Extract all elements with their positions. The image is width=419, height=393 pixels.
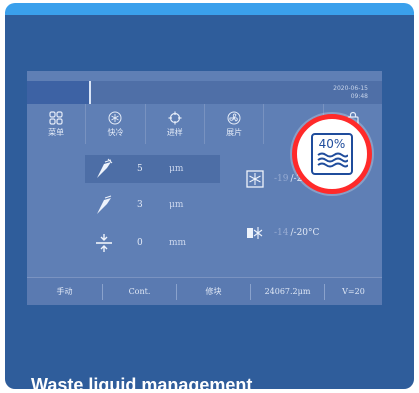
spread-button[interactable]: 展片	[205, 104, 265, 144]
trim-thickness-value: 5	[137, 164, 143, 174]
snowflake-circle-icon	[108, 111, 122, 124]
waves-icon	[317, 152, 348, 168]
retraction-icon	[96, 234, 112, 252]
waste-level-text: 40%	[318, 137, 346, 151]
quick-freeze-button[interactable]: 快冷	[86, 104, 146, 144]
speed-status: V=20	[342, 287, 365, 296]
trim-thickness-unit: μm	[169, 164, 184, 174]
cut-mode-status[interactable]: Cont.	[103, 283, 177, 300]
specimen-current-temp: -14	[274, 228, 289, 238]
feature-caption: Waste liquid management	[31, 375, 253, 389]
device-screen: 2020-06-15 09:48 菜单 快冷 进样 展片 5 μm 3 μm 0…	[27, 71, 382, 305]
specimen-setpoint: /-20°C	[290, 228, 320, 238]
feature-card: 2020-06-15 09:48 菜单 快冷 进样 展片 5 μm 3 μm 0…	[5, 3, 414, 389]
mode-status[interactable]: 手动	[27, 283, 103, 300]
bottom-status-bar: 手动 Cont. 修块 24067.2μm V=20	[27, 277, 382, 305]
waste-liquid-level-icon: 40%	[311, 133, 353, 175]
retraction-row[interactable]: 0 mm	[85, 229, 220, 257]
trim-thickness-row[interactable]: 5 μm	[85, 155, 220, 183]
feed-button[interactable]: 进样	[146, 104, 205, 144]
trim-thickness-icon	[97, 158, 113, 178]
retraction-value: 0	[137, 238, 143, 248]
chamber-current-temp: -19	[274, 174, 289, 184]
retraction-unit: mm	[169, 238, 187, 248]
feed-label: 进样	[166, 127, 183, 137]
section-thickness-icon	[97, 195, 112, 214]
datetime: 2020-06-15 09:48	[333, 85, 368, 101]
menu-label: 菜单	[48, 127, 65, 137]
chamber-temp-icon	[246, 170, 264, 188]
time-text: 09:48	[350, 93, 368, 100]
top-status-bar: 2020-06-15 09:48	[27, 81, 382, 104]
section-thickness-row[interactable]: 3 μm	[85, 191, 220, 219]
specimen-temp[interactable]: -14 /-20°C	[246, 222, 319, 244]
section-thickness-unit: μm	[169, 200, 184, 210]
quick-freeze-label: 快冷	[107, 127, 124, 137]
section-thickness-value: 3	[137, 200, 143, 210]
menu-button[interactable]: 菜单	[27, 104, 87, 144]
grid-menu-icon	[49, 110, 63, 125]
date-text: 2020-06-15	[333, 85, 368, 92]
specimen-temp-icon	[247, 227, 263, 239]
fan-icon	[227, 111, 241, 124]
operation-status[interactable]: 修块	[177, 283, 251, 300]
spread-label: 展片	[226, 127, 243, 137]
active-tab[interactable]	[27, 81, 91, 104]
total-thickness-status: 24067.2μm	[251, 283, 325, 300]
crosshair-icon	[168, 111, 182, 124]
waste-liquid-magnifier: 40%	[292, 114, 372, 194]
